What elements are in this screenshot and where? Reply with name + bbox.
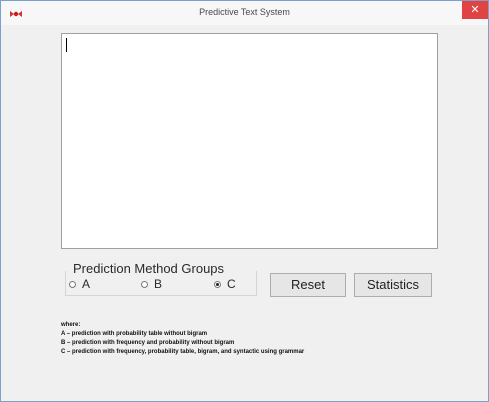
- radio-label-a: A: [82, 277, 91, 291]
- close-icon: ✕: [470, 4, 480, 16]
- radio-circle-c: [214, 280, 221, 288]
- radio-label-c: C: [227, 277, 236, 291]
- legend-heading: where:: [61, 322, 81, 328]
- radio-option-a[interactable]: A: [69, 277, 90, 291]
- radio-option-b[interactable]: B: [141, 277, 162, 291]
- radio-option-c[interactable]: C: [214, 277, 236, 291]
- legend-line-c: C – prediction with frequency, probabili…: [61, 349, 305, 355]
- legend-line-b: B – prediction with frequency and probab…: [61, 340, 235, 346]
- method-legend: where: A – prediction with probability t…: [61, 321, 481, 357]
- radio-circle-a: [69, 280, 76, 288]
- radio-label-b: B: [154, 277, 163, 291]
- close-button[interactable]: ✕: [462, 1, 488, 19]
- client-area: Prediction Method Groups A B C Reset Sta…: [9, 25, 480, 393]
- title-bar[interactable]: Predictive Text System ✕: [1, 1, 488, 25]
- text-caret: [66, 38, 67, 52]
- legend-line-a: A – prediction with probability table wi…: [61, 331, 208, 337]
- app-window: Predictive Text System ✕ Prediction Meth…: [0, 0, 489, 402]
- prediction-method-label: Prediction Method Groups: [71, 261, 227, 276]
- statistics-button[interactable]: Statistics: [354, 273, 432, 297]
- radio-circle-b: [141, 280, 148, 288]
- text-input-area[interactable]: [61, 33, 438, 249]
- reset-button[interactable]: Reset: [270, 273, 346, 297]
- window-title: Predictive Text System: [199, 7, 290, 17]
